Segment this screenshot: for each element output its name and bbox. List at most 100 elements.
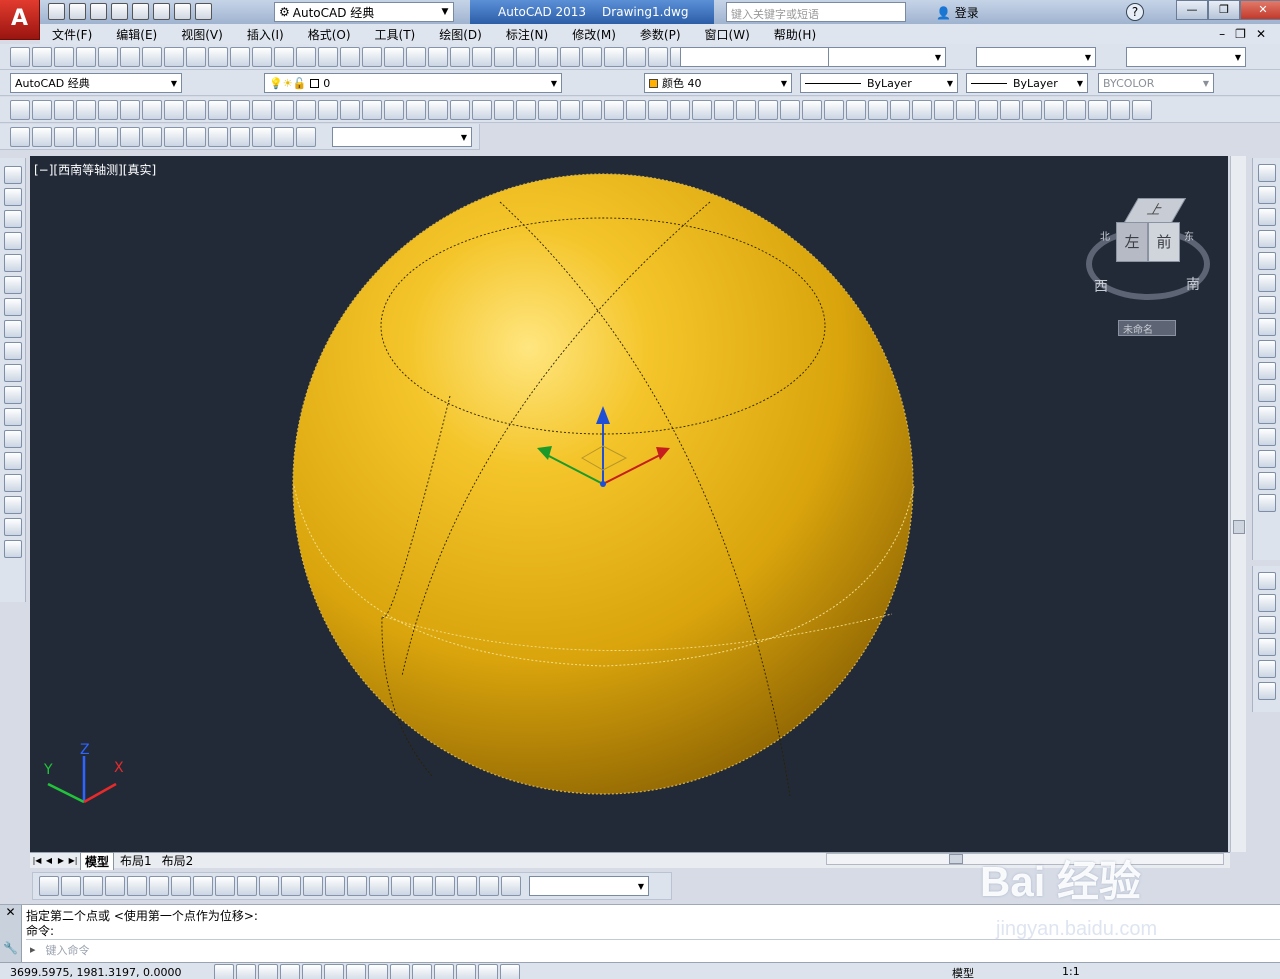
redo-icon[interactable] — [195, 3, 212, 20]
coordinates-readout[interactable]: 3699.5975, 1981.3197, 0.0000 — [10, 966, 181, 979]
standard-tool-13-icon[interactable] — [274, 47, 294, 67]
modeling-tool-7-icon[interactable] — [142, 100, 162, 120]
standard-tool-19-icon[interactable] — [406, 47, 426, 67]
modify-tool-6-icon[interactable] — [1257, 274, 1276, 292]
plotstyle-select[interactable]: BYCOLOR ▼ — [1098, 73, 1214, 93]
modify-tool-7-icon[interactable] — [1257, 296, 1276, 314]
dimension-tool-8-icon[interactable] — [193, 876, 213, 896]
draw-tool-10-icon[interactable] — [3, 364, 22, 382]
standard-tool-6-icon[interactable] — [120, 47, 140, 67]
modeling-tool-24-icon[interactable] — [516, 100, 536, 120]
annotation-scale[interactable]: 1:1 — [1062, 965, 1080, 978]
view-tool-8-icon[interactable] — [164, 127, 184, 147]
draw-tool-3-icon[interactable] — [3, 210, 22, 228]
modify-tool-9-icon[interactable] — [1257, 340, 1276, 358]
modify-tool-8-icon[interactable] — [1257, 318, 1276, 336]
draw-tool-12-icon[interactable] — [3, 408, 22, 426]
menu-edit[interactable]: 编辑(E) — [104, 26, 169, 43]
modeling-tool-40-icon[interactable] — [868, 100, 888, 120]
draw-order-tool-3-icon[interactable] — [1257, 616, 1276, 634]
tab-layout2[interactable]: 布局2 — [158, 852, 198, 869]
modeling-tool-35-icon[interactable] — [758, 100, 778, 120]
modeling-tool-3-icon[interactable] — [54, 100, 74, 120]
viewcube-front-face[interactable]: 前 — [1148, 222, 1180, 262]
modeling-tool-1-icon[interactable] — [10, 100, 30, 120]
dimension-tool-7-icon[interactable] — [171, 876, 191, 896]
menu-view[interactable]: 视图(V) — [169, 26, 235, 43]
standard-tool-20-icon[interactable] — [428, 47, 448, 67]
modeling-tool-29-icon[interactable] — [626, 100, 646, 120]
modeling-tool-26-icon[interactable] — [560, 100, 580, 120]
dimension-tool-14-icon[interactable] — [325, 876, 345, 896]
modeling-tool-27-icon[interactable] — [582, 100, 602, 120]
draw-tool-17-icon[interactable] — [3, 518, 22, 536]
modeling-tool-8-icon[interactable] — [164, 100, 184, 120]
modeling-tool-18-icon[interactable] — [384, 100, 404, 120]
modeling-tool-34-icon[interactable] — [736, 100, 756, 120]
status-toggle-13-icon[interactable] — [478, 964, 498, 979]
dimension-tool-16-icon[interactable] — [369, 876, 389, 896]
modify-tool-13-icon[interactable] — [1257, 428, 1276, 446]
help-button[interactable]: ? — [1126, 3, 1144, 21]
view-tool-10-icon[interactable] — [208, 127, 228, 147]
standard-tool-29-icon[interactable] — [626, 47, 646, 67]
dim-style-combo[interactable]: ▼ — [529, 876, 649, 896]
draw-order-tool-2-icon[interactable] — [1257, 594, 1276, 612]
modeling-tool-39-icon[interactable] — [846, 100, 866, 120]
draw-tool-7-icon[interactable] — [3, 298, 22, 316]
standard-tool-3-icon[interactable] — [54, 47, 74, 67]
tab-first-button[interactable]: |◀ — [32, 855, 42, 867]
dimension-tool-2-icon[interactable] — [61, 876, 81, 896]
search-input[interactable]: 键入关键字或短语 — [726, 2, 906, 22]
draw-tool-8-icon[interactable] — [3, 320, 22, 338]
standard-tool-1-icon[interactable] — [10, 47, 30, 67]
modeling-tool-15-icon[interactable] — [318, 100, 338, 120]
menu-help[interactable]: 帮助(H) — [762, 26, 828, 43]
modeling-tool-16-icon[interactable] — [340, 100, 360, 120]
modeling-tool-49-icon[interactable] — [1066, 100, 1086, 120]
modify-tool-2-icon[interactable] — [1257, 186, 1276, 204]
publish-icon[interactable] — [132, 3, 149, 20]
draw-order-tool-4-icon[interactable] — [1257, 638, 1276, 656]
modeling-tool-12-icon[interactable] — [252, 100, 272, 120]
modeling-tool-25-icon[interactable] — [538, 100, 558, 120]
modeling-tool-42-icon[interactable] — [912, 100, 932, 120]
dimension-tool-19-icon[interactable] — [435, 876, 455, 896]
view-tool-1-icon[interactable] — [10, 127, 30, 147]
modeling-tool-43-icon[interactable] — [934, 100, 954, 120]
draw-tool-16-icon[interactable] — [3, 496, 22, 514]
status-toggle-7-icon[interactable] — [346, 964, 366, 979]
status-toggle-12-icon[interactable] — [456, 964, 476, 979]
menu-insert[interactable]: 插入(I) — [235, 26, 296, 43]
lineweight-select[interactable]: ByLayer ▼ — [966, 73, 1088, 93]
modeling-tool-31-icon[interactable] — [670, 100, 690, 120]
status-toggle-5-icon[interactable] — [302, 964, 322, 979]
draw-order-tool-6-icon[interactable] — [1257, 682, 1276, 700]
view-tool-11-icon[interactable] — [230, 127, 250, 147]
modeling-tool-20-icon[interactable] — [428, 100, 448, 120]
modeling-tool-13-icon[interactable] — [274, 100, 294, 120]
status-toggle-14-icon[interactable] — [500, 964, 520, 979]
modify-tool-15-icon[interactable] — [1257, 472, 1276, 490]
modeling-tool-30-icon[interactable] — [648, 100, 668, 120]
viewcube[interactable]: 上 左 前 西 南 北 东 — [1086, 198, 1210, 300]
draw-tool-15-icon[interactable] — [3, 474, 22, 492]
tab-next-button[interactable]: ▶ — [56, 855, 66, 867]
dimension-tool-1-icon[interactable] — [39, 876, 59, 896]
modeling-tool-44-icon[interactable] — [956, 100, 976, 120]
modeling-tool-28-icon[interactable] — [604, 100, 624, 120]
dim-style-select[interactable]: ▼ — [828, 47, 946, 67]
view-tool-2-icon[interactable] — [32, 127, 52, 147]
menu-file[interactable]: 文件(F) — [40, 26, 104, 43]
standard-tool-15-icon[interactable] — [318, 47, 338, 67]
modeling-tool-46-icon[interactable] — [1000, 100, 1020, 120]
modeling-tool-51-icon[interactable] — [1110, 100, 1130, 120]
modeling-tool-11-icon[interactable] — [230, 100, 250, 120]
dimension-tool-5-icon[interactable] — [127, 876, 147, 896]
save-icon[interactable] — [90, 3, 107, 20]
modeling-tool-4-icon[interactable] — [76, 100, 96, 120]
close-icon[interactable]: ✕ — [0, 905, 21, 919]
view-tool-7-icon[interactable] — [142, 127, 162, 147]
dimension-tool-20-icon[interactable] — [457, 876, 477, 896]
dimension-tool-22-icon[interactable] — [501, 876, 521, 896]
